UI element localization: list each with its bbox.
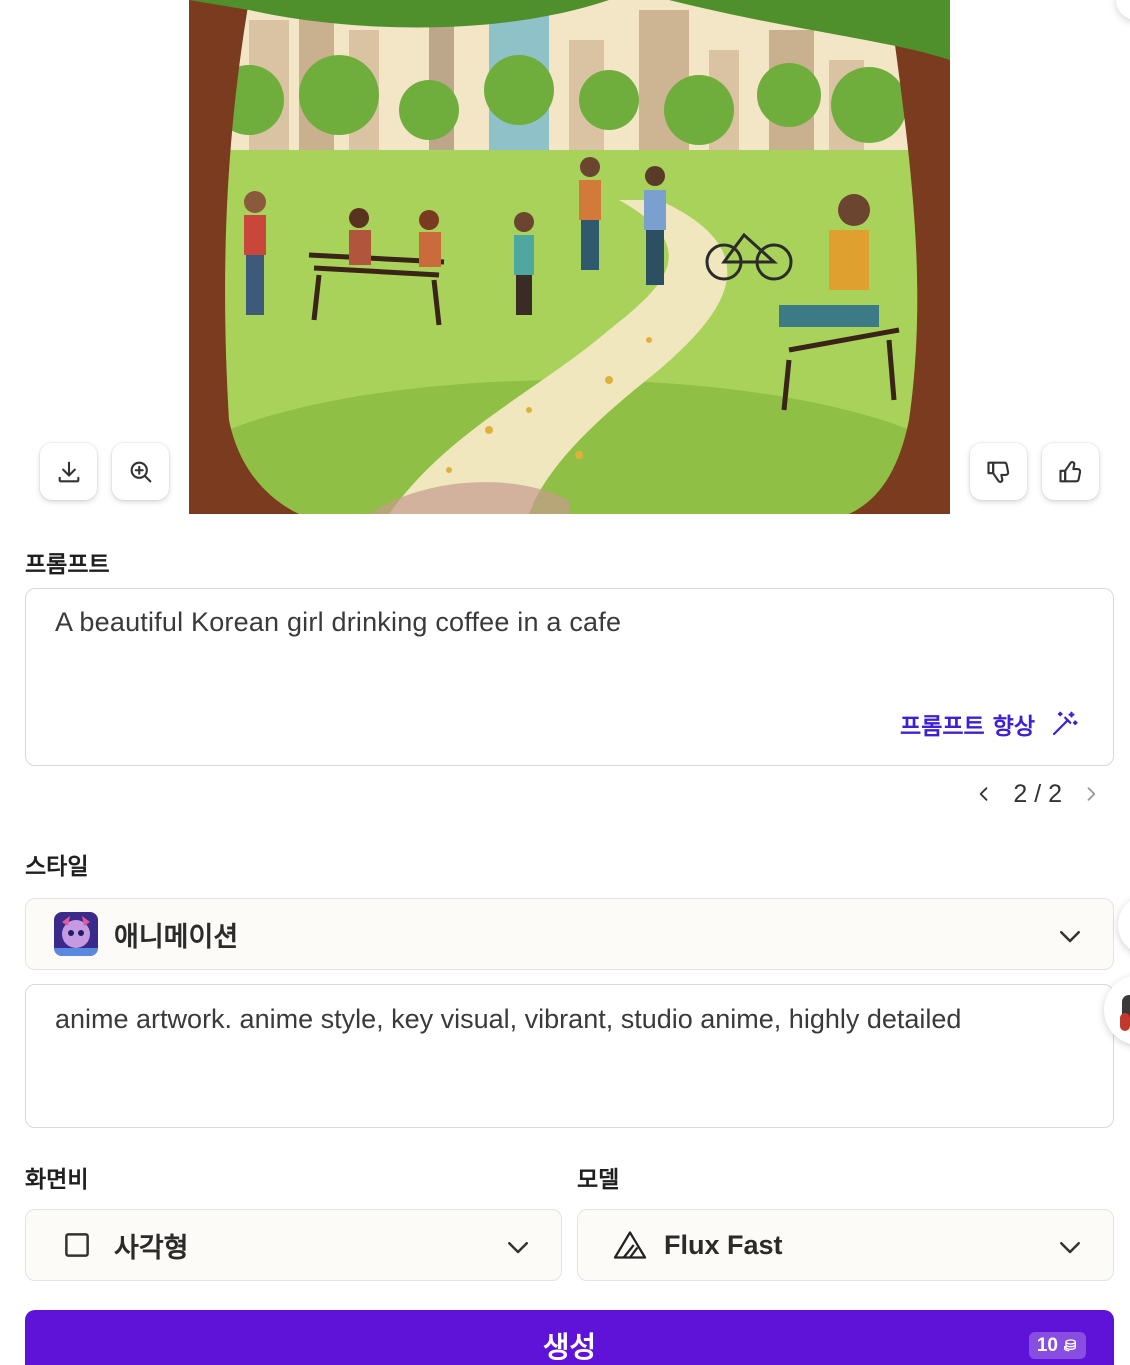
aspect-ratio-selected: 사각형 <box>114 1232 189 1264</box>
model-selected: Flux Fast <box>664 1229 783 1260</box>
floating-button-partial[interactable] <box>1116 0 1130 20</box>
prev-prompt-button[interactable] <box>971 778 997 810</box>
next-prompt-button[interactable] <box>1078 778 1104 810</box>
floating-button-partial[interactable] <box>1118 895 1130 955</box>
chevron-down-icon <box>1060 931 1080 943</box>
avatar-accent <box>1120 1013 1130 1031</box>
chevron-right-icon <box>1087 787 1096 801</box>
style-select[interactable]: 애니메이션 <box>25 898 1114 970</box>
credit-cost: 10 <box>1036 1334 1058 1356</box>
credit-cost-badge: 10 <box>1028 1332 1086 1359</box>
zoom-in-button[interactable] <box>112 443 169 500</box>
style-description-input[interactable]: anime artwork. anime style, key visual, … <box>25 984 1114 1128</box>
pager-current: 2 <box>1013 779 1028 808</box>
park-illustration <box>189 0 950 514</box>
coins-icon <box>1064 1338 1076 1351</box>
dislike-button[interactable] <box>970 443 1027 500</box>
pager-text: 2 / 2 <box>1013 780 1062 809</box>
like-button[interactable] <box>1042 443 1099 500</box>
thumbs-down-icon <box>986 461 1009 483</box>
thumbs-up-icon <box>1058 460 1081 482</box>
flux-logo-icon <box>613 1231 647 1259</box>
enhance-prompt-label: 프롬프트 향상 <box>900 714 1035 740</box>
model-label: 모델 <box>577 1167 620 1193</box>
style-label: 스타일 <box>25 854 89 880</box>
pager-separator: / <box>1034 779 1042 808</box>
pager-total: 2 <box>1048 779 1062 808</box>
style-description-text[interactable]: anime artwork. anime style, key visual, … <box>55 999 1055 1039</box>
prompt-pager: 2 / 2 <box>971 778 1104 810</box>
generated-image[interactable] <box>189 0 950 514</box>
generate-button[interactable]: 생성 10 <box>25 1310 1114 1365</box>
zoom-in-icon <box>130 461 151 482</box>
enhance-prompt-button[interactable]: 프롬프트 향상 <box>900 707 1079 741</box>
aspect-ratio-select[interactable]: 사각형 <box>25 1209 562 1281</box>
aspect-ratio-label: 화면비 <box>25 1167 89 1193</box>
chevron-down-icon <box>1060 1242 1080 1254</box>
chevron-down-icon <box>508 1242 528 1254</box>
download-button[interactable] <box>40 443 97 500</box>
chevron-left-icon <box>980 787 988 801</box>
square-icon <box>65 1233 89 1257</box>
prompt-text[interactable]: A beautiful Korean girl drinking coffee … <box>55 607 621 638</box>
generate-label: 생성 <box>542 1330 597 1364</box>
style-thumbnail <box>54 912 98 956</box>
prompt-label: 프롬프트 <box>25 552 110 578</box>
magic-wand-icon <box>1052 711 1078 736</box>
prompt-input[interactable]: A beautiful Korean girl drinking coffee … <box>25 588 1114 766</box>
model-select[interactable]: Flux Fast <box>577 1209 1114 1281</box>
download-icon <box>58 461 79 482</box>
style-selected: 애니메이션 <box>114 921 239 953</box>
